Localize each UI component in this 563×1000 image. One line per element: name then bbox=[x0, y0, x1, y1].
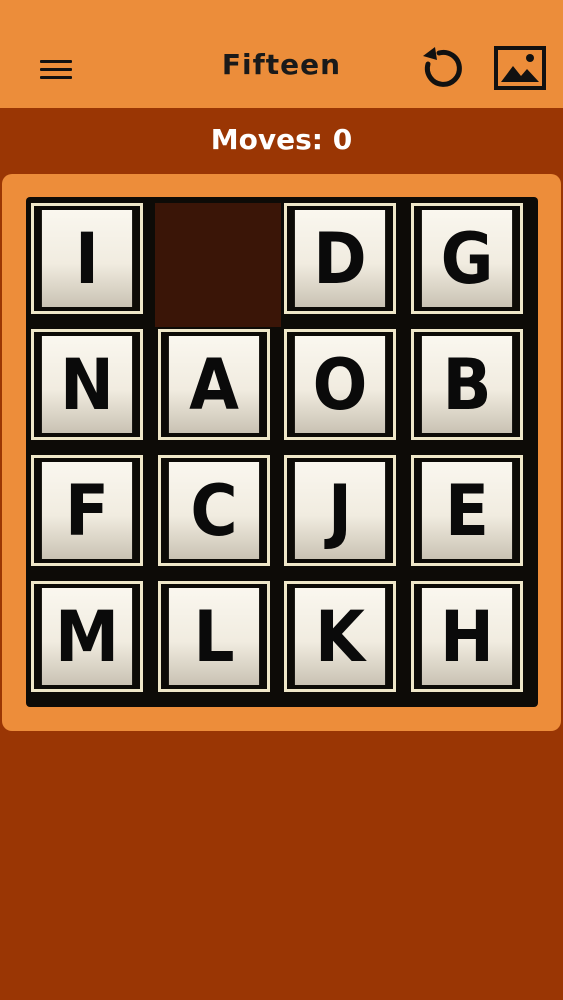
puzzle-tile-n[interactable]: N bbox=[31, 329, 143, 440]
puzzle-tile-i[interactable]: I bbox=[31, 203, 143, 314]
board-panel: I DG NAOB FCJE MLKH bbox=[2, 174, 561, 731]
moves-label: Moves: 0 bbox=[210, 123, 353, 156]
puzzle-tile-d[interactable]: D bbox=[284, 203, 396, 314]
tile-letter: K bbox=[294, 588, 386, 685]
tile-letter: D bbox=[294, 210, 386, 307]
tile-letter: F bbox=[41, 462, 133, 559]
tile-letter: O bbox=[294, 336, 386, 433]
tile-letter: B bbox=[421, 336, 512, 433]
puzzle-tile-a[interactable]: A bbox=[157, 329, 270, 440]
tile-letter: J bbox=[294, 462, 386, 559]
tile-letter: M bbox=[41, 588, 133, 685]
puzzle-tile-g[interactable]: G bbox=[410, 203, 523, 314]
puzzle-tile-b[interactable]: B bbox=[410, 329, 523, 440]
puzzle-board: I DG NAOB FCJE MLKH bbox=[26, 197, 538, 707]
app-bar: Fifteen bbox=[0, 0, 563, 108]
tile-letter: C bbox=[168, 462, 259, 559]
tile-letter: I bbox=[41, 210, 133, 307]
puzzle-tile-e[interactable]: E bbox=[410, 455, 523, 566]
puzzle-tile-k[interactable]: K bbox=[284, 581, 396, 692]
puzzle-tile-o[interactable]: O bbox=[284, 329, 396, 440]
tile-letter: L bbox=[168, 588, 259, 685]
moves-counter: Moves: 0 bbox=[0, 123, 563, 156]
refresh-icon[interactable] bbox=[414, 44, 464, 94]
puzzle-tile-j[interactable]: J bbox=[284, 455, 396, 566]
puzzle-tile-c[interactable]: C bbox=[157, 455, 270, 566]
puzzle-tile-f[interactable]: F bbox=[31, 455, 143, 566]
puzzle-tile-h[interactable]: H bbox=[410, 581, 523, 692]
tile-letter: N bbox=[41, 336, 133, 433]
image-icon[interactable] bbox=[494, 46, 546, 90]
tile-letter: H bbox=[421, 588, 512, 685]
tile-letter: E bbox=[421, 462, 512, 559]
app-title: Fifteen bbox=[221, 48, 342, 81]
puzzle-tile-m[interactable]: M bbox=[31, 581, 143, 692]
tile-letter: G bbox=[421, 210, 512, 307]
empty-slot bbox=[154, 203, 281, 327]
tile-letter: A bbox=[168, 336, 259, 433]
puzzle-tile-l[interactable]: L bbox=[157, 581, 270, 692]
